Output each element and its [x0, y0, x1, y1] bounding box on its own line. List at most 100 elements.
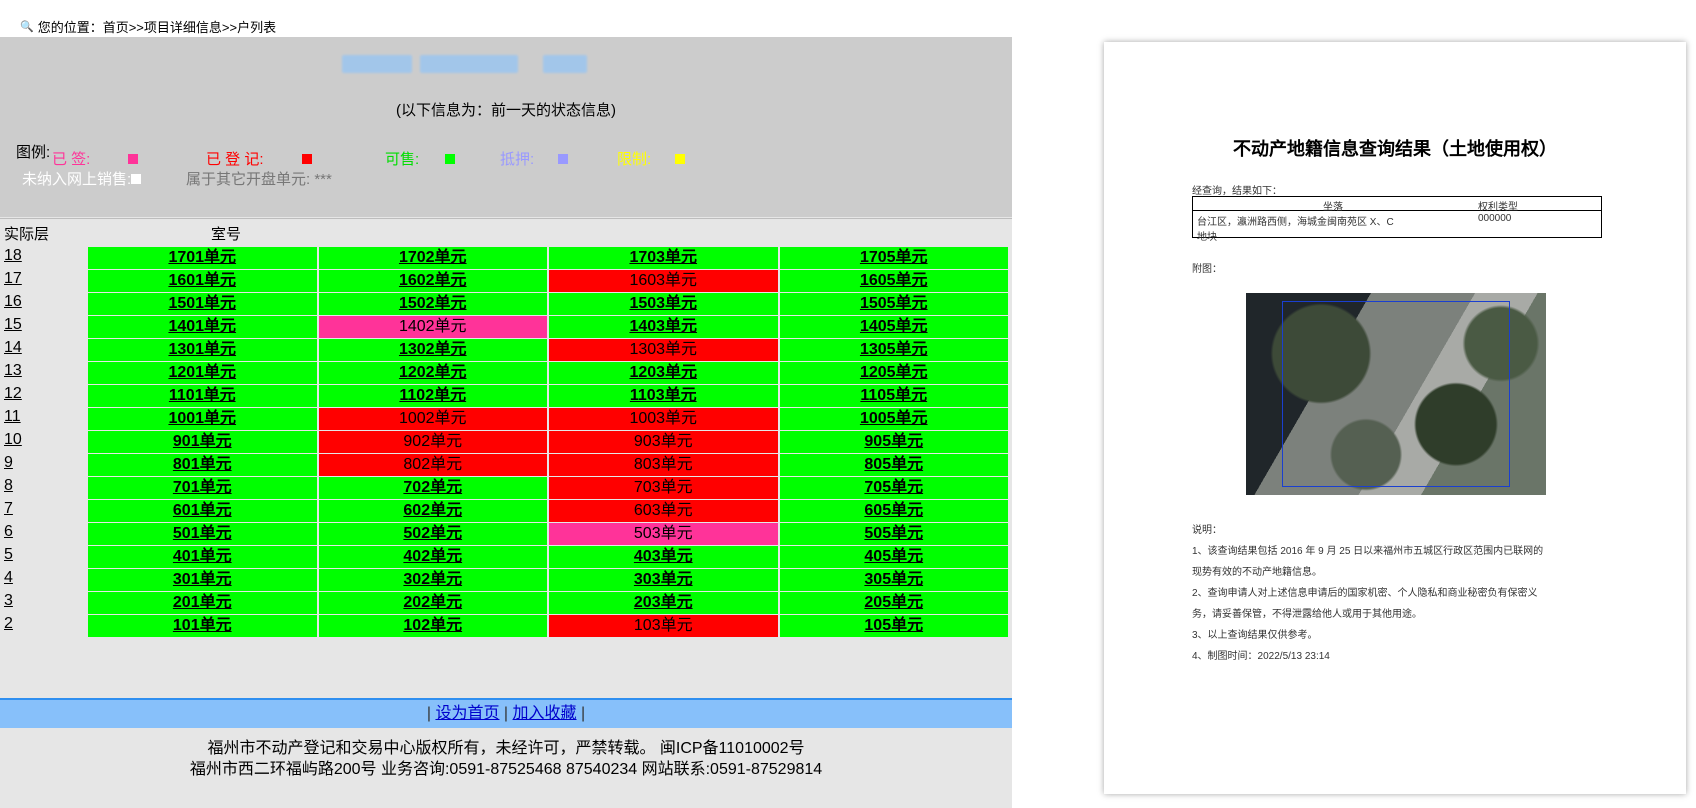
unit-cell[interactable]: 1105单元 [779, 385, 1008, 407]
legend-registered: 已 登 记: [206, 148, 312, 169]
floor-link[interactable]: 14 [4, 339, 22, 357]
unit-cell: 1603单元 [549, 270, 778, 292]
unit-cell[interactable]: 305单元 [779, 569, 1008, 591]
floor-link[interactable]: 5 [4, 546, 13, 564]
table-row: 1701单元 1702单元 1703单元 1705单元 [88, 247, 1010, 270]
legend-signed-label: 已 签: [52, 151, 91, 168]
floor-link[interactable]: 3 [4, 592, 13, 610]
unit-cell[interactable]: 1702单元 [318, 247, 547, 269]
unit-cell[interactable]: 403单元 [549, 546, 778, 568]
unit-cell[interactable]: 501单元 [88, 523, 317, 545]
floor-link[interactable]: 12 [4, 385, 22, 403]
set-home-link[interactable]: 设为首页 [435, 705, 499, 722]
legend-other-units: 属于其它开盘单元: *** [186, 171, 332, 188]
unit-cell[interactable]: 505单元 [779, 523, 1008, 545]
unit-cell[interactable]: 1101单元 [88, 385, 317, 407]
unit-cell[interactable]: 1103单元 [549, 385, 778, 407]
add-favorite-link[interactable]: 加入收藏 [513, 705, 577, 722]
footer-nav: | 设为首页 | 加入收藏 | [0, 700, 1012, 728]
unit-cell[interactable]: 1601单元 [88, 270, 317, 292]
unit-cell[interactable]: 702单元 [318, 477, 547, 499]
floor-link[interactable]: 2 [4, 615, 13, 633]
note-line: 现势有效的不动产地籍信息。 [1192, 567, 1322, 578]
unit-cell[interactable]: 203单元 [549, 592, 778, 614]
unit-cell[interactable]: 1301单元 [88, 339, 317, 361]
breadcrumb-text: 您的位置：首页>>项目详细信息>>户列表 [37, 20, 277, 35]
unit-cell: 1402单元 [318, 316, 547, 338]
unit-cell[interactable]: 303单元 [549, 569, 778, 591]
unit-cell[interactable]: 301单元 [88, 569, 317, 591]
unit-cell[interactable]: 105单元 [779, 615, 1008, 637]
legend-available-swatch [445, 153, 456, 164]
document-table: 坐落 权利类型 台江区，瀛洲路西侧，海城金闽南苑区 X、C 地块 000000 [1192, 196, 1602, 243]
unit-cell[interactable]: 1502单元 [318, 293, 547, 315]
unit-cell[interactable]: 402单元 [318, 546, 547, 568]
unit-cell[interactable]: 202单元 [318, 592, 547, 614]
unit-cell[interactable]: 805单元 [779, 454, 1008, 476]
house-list-panel: (以下信息为：前一天的状态信息) 图例: 已 签: 已 登 记: 可售: 抵押:… [0, 37, 1012, 808]
unit-cell[interactable]: 1403单元 [549, 316, 778, 338]
unit-cell[interactable]: 602单元 [318, 500, 547, 522]
unit-cell[interactable]: 1602单元 [318, 270, 547, 292]
unit-cell[interactable]: 1605单元 [779, 270, 1008, 292]
table-row: 1101单元 1102单元 1103单元 1105单元 [88, 385, 1010, 408]
unit-cell[interactable]: 801单元 [88, 454, 317, 476]
unit-cell[interactable]: 1203单元 [549, 362, 778, 384]
floor-link[interactable]: 13 [4, 362, 22, 380]
floor-link[interactable]: 4 [4, 569, 13, 587]
table-row: 1401单元 1402单元 1403单元 1405单元 [88, 316, 1010, 339]
unit-cell[interactable]: 1102单元 [318, 385, 547, 407]
unit-cell[interactable]: 905单元 [779, 431, 1008, 453]
unit-cell: 1303单元 [549, 339, 778, 361]
unit-cell[interactable]: 701单元 [88, 477, 317, 499]
note-line: 务，请妥善保管，不得泄露给他人或用于其他用途。 [1192, 609, 1422, 620]
breadcrumb: 🔍 您的位置：首页>>项目详细信息>>户列表 [20, 17, 276, 36]
unit-cell[interactable]: 1305单元 [779, 339, 1008, 361]
unit-cell[interactable]: 1405单元 [779, 316, 1008, 338]
unit-cell[interactable]: 1205单元 [779, 362, 1008, 384]
unit-cell[interactable]: 1705单元 [779, 247, 1008, 269]
unit-cell: 803单元 [549, 454, 778, 476]
unit-cell[interactable]: 901单元 [88, 431, 317, 453]
unit-cell[interactable]: 601单元 [88, 500, 317, 522]
unit-cell[interactable]: 1401单元 [88, 316, 317, 338]
floor-link[interactable]: 10 [4, 431, 22, 449]
floor-link[interactable]: 8 [4, 477, 13, 495]
unit-cell[interactable]: 605单元 [779, 500, 1008, 522]
unit-cell[interactable]: 205单元 [779, 592, 1008, 614]
unit-cell[interactable]: 405单元 [779, 546, 1008, 568]
unit-cell[interactable]: 1202单元 [318, 362, 547, 384]
unit-cell[interactable]: 502单元 [318, 523, 547, 545]
unit-cell[interactable]: 705单元 [779, 477, 1008, 499]
unit-cell[interactable]: 401单元 [88, 546, 317, 568]
floor-link[interactable]: 11 [4, 408, 21, 426]
unit-cell[interactable]: 1302单元 [318, 339, 547, 361]
floor-link[interactable]: 9 [4, 454, 13, 472]
unit-cell[interactable]: 102单元 [318, 615, 547, 637]
unit-cell: 802单元 [318, 454, 547, 476]
unit-cell[interactable]: 302单元 [318, 569, 547, 591]
floor-link[interactable]: 17 [4, 270, 22, 288]
document-notes: 说明： 1、该查询结果包括 2016 年 9 月 25 日以来福州市五城区行政区… [1192, 520, 1662, 667]
unit-cell[interactable]: 1703单元 [549, 247, 778, 269]
floor-link[interactable]: 7 [4, 500, 13, 518]
unit-cell[interactable]: 1505单元 [779, 293, 1008, 315]
document-title: 不动产地籍信息查询结果（土地使用权） [1233, 139, 1557, 159]
unit-cell[interactable]: 1201单元 [88, 362, 317, 384]
floor-link[interactable]: 15 [4, 316, 22, 334]
floor-link[interactable]: 6 [4, 523, 13, 541]
floor-link[interactable]: 18 [4, 247, 22, 265]
unit-cell: 503单元 [549, 523, 778, 545]
floor-link[interactable]: 16 [4, 293, 22, 311]
unit-cell[interactable]: 1501单元 [88, 293, 317, 315]
unit-cell[interactable]: 1503单元 [549, 293, 778, 315]
unit-cell: 603单元 [549, 500, 778, 522]
unit-cell[interactable]: 1005单元 [779, 408, 1008, 430]
footer-contact: 福州市西二环福屿路200号 业务咨询:0591-87525468 8754023… [189, 761, 823, 778]
legend-signed-swatch [128, 153, 139, 164]
unit-cell[interactable]: 1701单元 [88, 247, 317, 269]
unit-cell[interactable]: 1001单元 [88, 408, 317, 430]
legend-available: 可售: [385, 148, 456, 169]
unit-cell[interactable]: 201单元 [88, 592, 317, 614]
unit-cell[interactable]: 101单元 [88, 615, 317, 637]
